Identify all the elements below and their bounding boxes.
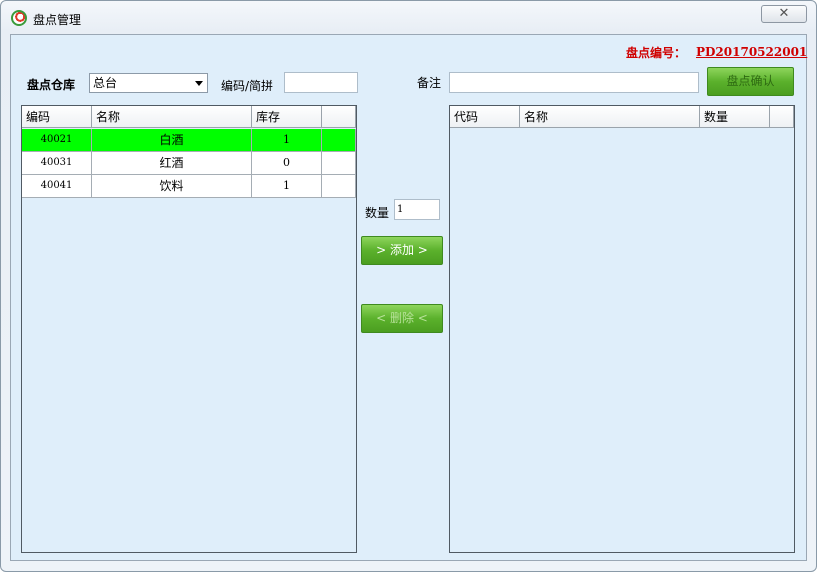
- code-pinyin-input[interactable]: [284, 72, 358, 93]
- cell-extra: [322, 152, 356, 174]
- cell-stock: 1: [252, 129, 322, 151]
- delete-button[interactable]: < 删除 <: [361, 304, 443, 333]
- quantity-input[interactable]: 1: [394, 199, 440, 220]
- check-grid-header: 代码 名称 数量: [450, 106, 794, 128]
- warehouse-selected-value: 总台: [93, 76, 118, 90]
- code-pinyin-label: 编码/简拼: [221, 79, 274, 93]
- stock-grid-header: 编码 名称 库存: [22, 106, 356, 128]
- column-header-code[interactable]: 编码: [22, 106, 92, 128]
- note-label: 备注: [417, 76, 442, 90]
- column-header-extra: [322, 106, 356, 128]
- cell-name: 红酒: [92, 152, 252, 174]
- title-bar: 盘点管理 ✕: [1, 1, 816, 33]
- quantity-label: 数量: [365, 206, 390, 220]
- column-header-name[interactable]: 名称: [92, 106, 252, 128]
- cell-code: 40041: [22, 175, 92, 197]
- stock-grid: 编码 名称 库存 40021 白酒 1 40031 红酒 0 40041 饮料 …: [21, 105, 357, 553]
- cell-code: 40021: [22, 129, 92, 151]
- table-row[interactable]: 40021 白酒 1: [22, 129, 356, 152]
- cell-extra: [322, 129, 356, 151]
- column-header-extra: [770, 106, 794, 128]
- dropdown-arrow-icon: [195, 81, 203, 86]
- column-header-name[interactable]: 名称: [520, 106, 700, 128]
- check-grid: 代码 名称 数量: [449, 105, 795, 553]
- cell-code: 40031: [22, 152, 92, 174]
- cell-name: 白酒: [92, 129, 252, 151]
- table-row[interactable]: 40041 饮料 1: [22, 175, 356, 198]
- cell-stock: 1: [252, 175, 322, 197]
- column-header-code[interactable]: 代码: [450, 106, 520, 128]
- add-button[interactable]: > 添加 >: [361, 236, 443, 265]
- warehouse-select[interactable]: 总台: [89, 73, 208, 93]
- table-row[interactable]: 40031 红酒 0: [22, 152, 356, 175]
- cell-extra: [322, 175, 356, 197]
- note-input[interactable]: [449, 72, 699, 93]
- check-code-value: PD20170522001: [696, 45, 808, 59]
- column-header-quantity[interactable]: 数量: [700, 106, 770, 128]
- inventory-check-window: 盘点管理 ✕ 盘点编号： PD20170522001 盘点仓库 总台 编码/简拼…: [0, 0, 817, 572]
- column-header-stock[interactable]: 库存: [252, 106, 322, 128]
- cell-stock: 0: [252, 152, 322, 174]
- app-logo-icon: [11, 10, 27, 26]
- window-title: 盘点管理: [33, 13, 82, 27]
- check-code-label: 盘点编号：: [626, 46, 687, 60]
- cell-name: 饮料: [92, 175, 252, 197]
- confirm-check-button[interactable]: 盘点确认: [707, 67, 794, 96]
- warehouse-label: 盘点仓库: [27, 78, 76, 92]
- close-button[interactable]: ✕: [761, 5, 807, 23]
